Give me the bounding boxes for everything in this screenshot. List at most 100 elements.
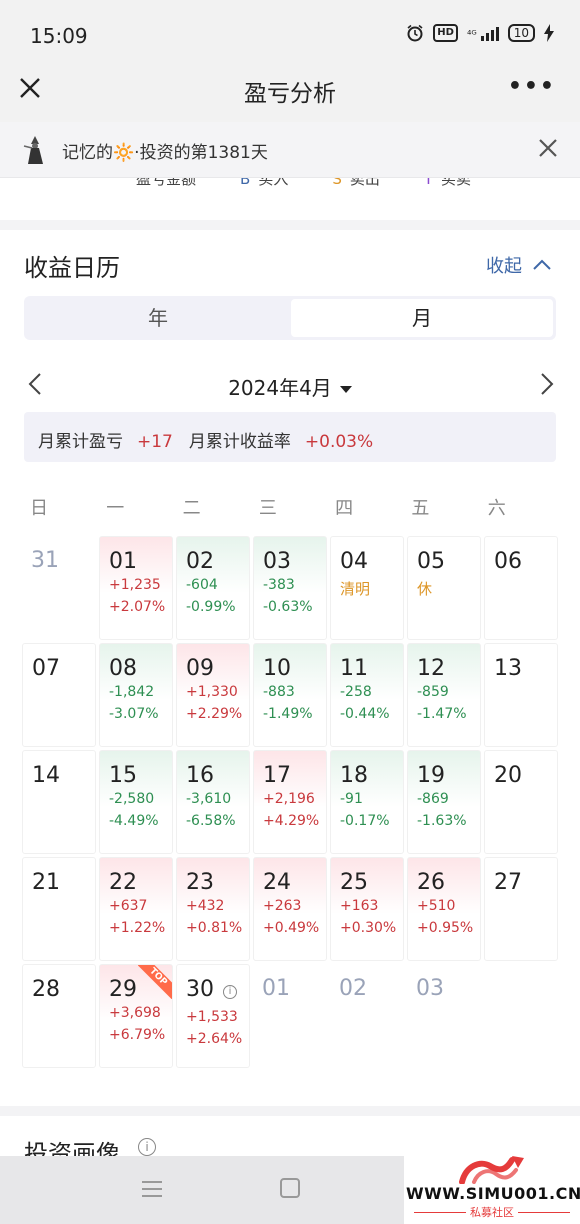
- dismiss-banner-icon[interactable]: [538, 138, 558, 158]
- day-pnl-amount: +510: [417, 898, 456, 914]
- page-title: 盈亏分析: [244, 81, 336, 107]
- calendar-day-cell[interactable]: 01 +1,235 +2.07%: [99, 536, 173, 640]
- collapse-button[interactable]: 收起: [486, 252, 552, 278]
- calendar-day-cell[interactable]: 10 -883 -1.49%: [253, 643, 327, 747]
- calendar-day-cell[interactable]: 26 +510 +0.95%: [407, 857, 481, 961]
- network-type-label: ⁴ᴳ: [466, 28, 477, 41]
- day-pnl-rate: +0.81%: [186, 920, 243, 936]
- next-month-icon[interactable]: [536, 372, 556, 396]
- calendar-day-cell[interactable]: 22 +637 +1.22%: [99, 857, 173, 961]
- month-pnl-value: +17: [137, 432, 173, 452]
- day-pnl-amount: +1,330: [186, 684, 238, 700]
- weekday-header: 日 一 二 三 四 五 六: [22, 494, 556, 520]
- tab-year[interactable]: 年: [27, 299, 289, 337]
- calendar-day-cell[interactable]: 18 -91 -0.17%: [330, 750, 404, 854]
- calendar-day-cell[interactable]: 21: [22, 857, 96, 961]
- day-number: 26: [417, 870, 445, 895]
- calendar-day-cell[interactable]: 27: [484, 857, 558, 961]
- calendar-day-cell[interactable]: 02: [330, 964, 404, 1068]
- calendar-day-cell[interactable]: 25 +163 +0.30%: [330, 857, 404, 961]
- calendar-day-cell[interactable]: 03: [407, 964, 481, 1068]
- day-number: 30: [186, 977, 214, 1002]
- day-pnl-amount: -1,842: [109, 684, 155, 700]
- chart-legend: 盈亏金额 B 买入 S 卖出 T 买卖: [128, 178, 471, 189]
- day-number: 10: [263, 656, 291, 681]
- day-number: 24: [263, 870, 291, 895]
- day-pnl-rate: -1.63%: [417, 813, 467, 829]
- calendar-day-cell[interactable]: 29 +3,698 +6.79% TOP: [99, 964, 173, 1068]
- previous-chart-card: 盈亏金额 B 买入 S 卖出 T 买卖: [0, 178, 580, 220]
- calendar-day-cell[interactable]: 14: [22, 750, 96, 854]
- calendar-day-cell[interactable]: 07: [22, 643, 96, 747]
- home-icon[interactable]: [280, 1178, 300, 1198]
- calendar-day-cell[interactable]: 15 -2,580 -4.49%: [99, 750, 173, 854]
- calendar-day-cell[interactable]: 03 -383 -0.63%: [253, 536, 327, 640]
- day-number: 23: [186, 870, 214, 895]
- hd-icon: HD: [433, 24, 458, 42]
- calendar-day-cell[interactable]: 12 -859 -1.47%: [407, 643, 481, 747]
- day-number: 04: [340, 549, 368, 574]
- calendar-day-cell[interactable]: 31: [22, 536, 96, 640]
- month-selector[interactable]: 2024年4月: [24, 372, 556, 401]
- calendar-day-cell[interactable]: 05 休: [407, 536, 481, 640]
- calendar-day-cell[interactable]: 20: [484, 750, 558, 854]
- weekday-label: 六: [487, 498, 506, 519]
- day-pnl-rate: +0.95%: [417, 920, 474, 936]
- day-pnl-rate: -1.49%: [263, 706, 313, 722]
- recent-apps-icon[interactable]: [141, 1178, 163, 1200]
- calendar-day-cell[interactable]: 08 -1,842 -3.07%: [99, 643, 173, 747]
- collapse-label: 收起: [486, 256, 522, 277]
- weekday-label: 二: [182, 498, 201, 519]
- month-label: 2024年4月: [228, 376, 332, 400]
- day-number: 02: [339, 976, 367, 1001]
- day-number: 17: [263, 763, 291, 788]
- day-pnl-rate: +0.30%: [340, 920, 397, 936]
- day-number: 02: [186, 549, 214, 574]
- calendar-day-cell[interactable]: 01: [253, 964, 327, 1068]
- day-pnl-amount: +1,533: [186, 1009, 238, 1025]
- calendar-day-cell[interactable]: 13: [484, 643, 558, 747]
- day-number: 16: [186, 763, 214, 788]
- month-rate-value: +0.03%: [304, 432, 374, 452]
- day-pnl-rate: -0.63%: [263, 599, 313, 615]
- day-pnl-rate: -4.49%: [109, 813, 159, 829]
- site-watermark: WWW.SIMU001.CN 私募社区: [404, 1152, 580, 1224]
- tab-month[interactable]: 月: [291, 299, 553, 337]
- calendar-day-cell[interactable]: 11 -258 -0.44%: [330, 643, 404, 747]
- alarm-icon: [407, 24, 423, 42]
- calendar-day-cell[interactable]: 19 -869 -1.63%: [407, 750, 481, 854]
- day-pnl-amount: +2,196: [263, 791, 315, 807]
- milestone-banner: 记忆的🔆·投资的第1381天: [0, 122, 580, 178]
- day-number: 28: [32, 977, 60, 1002]
- calendar-day-cell[interactable]: 23 +432 +0.81%: [176, 857, 250, 961]
- day-number: 31: [31, 548, 59, 573]
- info-icon[interactable]: i: [223, 985, 237, 999]
- calendar-day-cell[interactable]: 06: [484, 536, 558, 640]
- day-pnl-amount: -883: [263, 684, 295, 700]
- weekday-label: 日: [30, 498, 48, 519]
- day-pnl-rate: +6.79%: [109, 1027, 166, 1043]
- weekday-label: 一: [106, 498, 125, 519]
- day-pnl-rate: +0.49%: [263, 920, 320, 936]
- calendar-day-cell[interactable]: 09 +1,330 +2.29%: [176, 643, 250, 747]
- calendar-day-cell[interactable]: 30 i +1,533 +2.64%: [176, 964, 250, 1068]
- holiday-label: 休: [417, 580, 433, 598]
- calendar-day-cell[interactable]: 04 清明: [330, 536, 404, 640]
- calendar-day-cell[interactable]: 24 +263 +0.49%: [253, 857, 327, 961]
- month-rate-label: 月累计收益率: [188, 432, 291, 452]
- day-pnl-rate: -6.58%: [186, 813, 236, 829]
- calendar-day-cell[interactable]: 02 -604 -0.99%: [176, 536, 250, 640]
- day-number: 25: [340, 870, 368, 895]
- help-icon[interactable]: i: [138, 1138, 156, 1156]
- day-pnl-amount: -383: [263, 577, 295, 593]
- calendar-day-cell[interactable]: 17 +2,196 +4.29%: [253, 750, 327, 854]
- day-number: 19: [417, 763, 445, 788]
- calendar-day-cell[interactable]: 28: [22, 964, 96, 1068]
- day-pnl-amount: -258: [340, 684, 372, 700]
- charging-icon: [544, 24, 554, 42]
- calendar-day-cell[interactable]: 16 -3,610 -6.58%: [176, 750, 250, 854]
- section-heading: 投资画像: [24, 1140, 120, 1156]
- site-subtitle: 私募社区: [470, 1206, 514, 1219]
- period-toggle: 年 月: [24, 296, 556, 340]
- more-options-button[interactable]: •••: [508, 74, 556, 99]
